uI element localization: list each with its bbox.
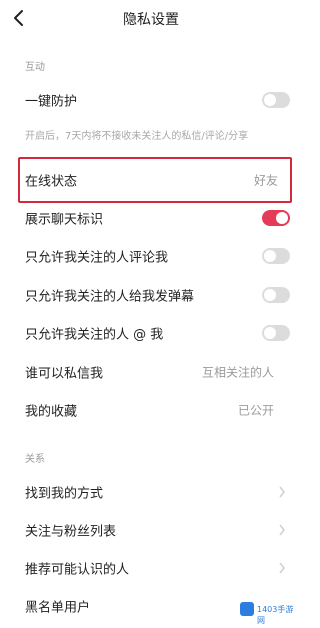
row-who-can-dm[interactable]: 谁可以私信我 互相关注的人 — [0, 354, 302, 390]
row-one-click-protection[interactable]: 一键防护 — [0, 82, 302, 118]
row-label: 关注与粉丝列表 — [25, 524, 117, 540]
row-label: 我的收藏 — [25, 404, 78, 420]
row-label: 只允许我关注的人 @ 我 — [25, 327, 164, 343]
chevron-right-icon — [279, 524, 285, 536]
row-label: 找到我的方式 — [25, 486, 104, 502]
row-mention-only[interactable]: 只允许我关注的人 @ 我 — [0, 315, 302, 351]
mention-only-toggle[interactable] — [262, 325, 290, 341]
comment-only-toggle[interactable] — [262, 248, 290, 264]
row-my-favorites[interactable]: 我的收藏 已公开 — [0, 392, 302, 428]
who-can-dm-value: 互相关注的人 — [201, 365, 274, 380]
watermark-icon — [240, 602, 254, 616]
protection-note: 开启后，7天内将不接收未关注人的私信/评论/分享 — [25, 131, 249, 142]
watermark-text: 1403手游网 — [257, 605, 294, 625]
section-label-relationship: 关系 — [25, 454, 45, 465]
chat-badge-toggle[interactable] — [262, 210, 290, 226]
watermark-logo: 1403手游网 — [236, 599, 296, 625]
danmu-only-toggle[interactable] — [262, 287, 290, 303]
chevron-right-icon — [279, 562, 285, 574]
row-label: 谁可以私信我 — [25, 366, 104, 382]
row-label: 推荐可能认识的人 — [25, 562, 130, 578]
row-label: 只允许我关注的人给我发弹幕 — [25, 289, 195, 305]
highlight-box — [18, 157, 292, 203]
row-label: 只允许我关注的人评论我 — [25, 250, 169, 266]
row-follow-list[interactable]: 关注与粉丝列表 — [0, 512, 302, 548]
row-label: 黑名单用户 — [25, 600, 91, 616]
row-chat-badge[interactable]: 展示聊天标识 — [0, 200, 302, 236]
page-title: 隐私设置 — [123, 12, 179, 28]
row-comment-only[interactable]: 只允许我关注的人评论我 — [0, 238, 302, 274]
row-recommend[interactable]: 推荐可能认识的人 — [0, 550, 302, 586]
row-label: 一键防护 — [25, 94, 78, 110]
chevron-right-icon — [279, 486, 285, 498]
section-label-interaction: 互动 — [25, 62, 45, 73]
my-favorites-value: 已公开 — [237, 403, 274, 418]
row-find-me[interactable]: 找到我的方式 — [0, 474, 302, 510]
row-label: 展示聊天标识 — [25, 212, 104, 228]
row-danmu-only[interactable]: 只允许我关注的人给我发弹幕 — [0, 277, 302, 313]
top-bar: 隐私设置 — [0, 0, 302, 38]
protection-toggle[interactable] — [262, 92, 290, 108]
